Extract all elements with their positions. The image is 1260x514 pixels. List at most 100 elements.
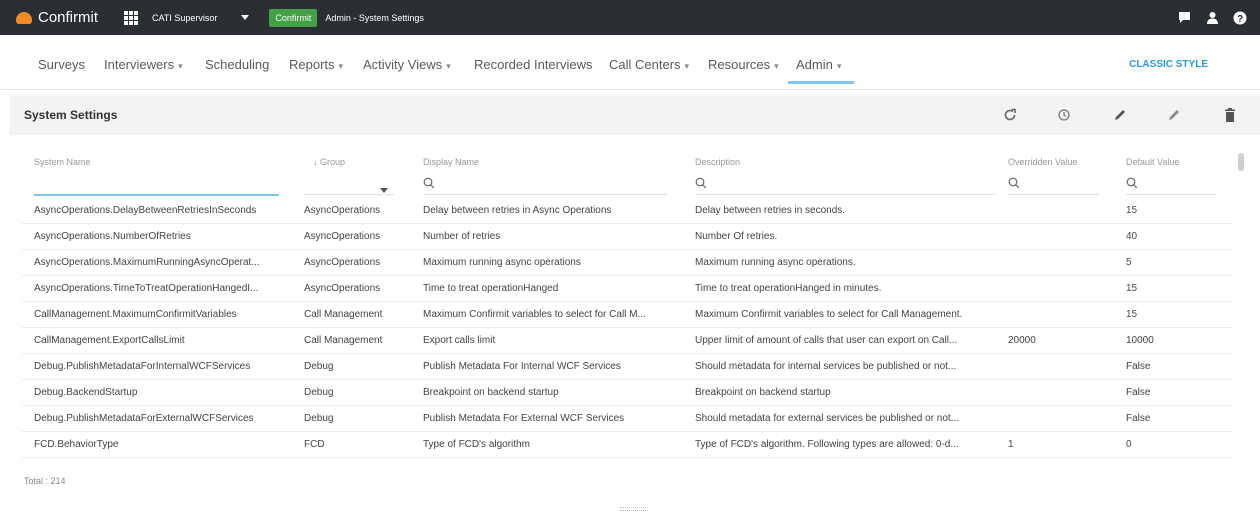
cell-default: 10000 (1126, 335, 1154, 346)
cell-default: 15 (1126, 205, 1138, 216)
cell-group: Debug (304, 413, 334, 424)
overridden-search-icon[interactable] (1008, 176, 1020, 194)
page-header: System Settings (10, 95, 1260, 135)
table-row[interactable]: CallManagement.MaximumConfirmitVariables… (22, 302, 1232, 328)
chevron-down-icon: ▾ (836, 61, 842, 71)
chevron-down-icon (241, 15, 250, 20)
top-bar: Confirmit CATI Supervisor Confirmit Admi… (0, 0, 1260, 35)
cell-display-name: Publish Metadata For External WCF Servic… (423, 413, 625, 424)
page-title: System Settings (24, 108, 118, 122)
cell-system-name: Debug.BackendStartup (34, 387, 138, 398)
table-row[interactable]: Debug.PublishMetadataForInternalWCFServi… (22, 354, 1232, 380)
cell-group: Call Management (304, 335, 383, 346)
cell-system-name: AsyncOperations.MaximumRunningAsyncOpera… (34, 257, 260, 268)
cell-group: AsyncOperations (304, 231, 381, 242)
cell-display-name: Time to treat operationHanged (423, 283, 559, 294)
user-icon[interactable] (1198, 0, 1226, 35)
cell-default: 0 (1126, 439, 1132, 450)
cell-display-name: Publish Metadata For Internal WCF Servic… (423, 361, 621, 372)
column-header-overridden-value[interactable]: Overridden Value (1008, 157, 1077, 167)
classic-style-link[interactable]: CLASSIC STYLE (1129, 59, 1208, 70)
cell-description: Number Of retries. (695, 231, 778, 242)
cell-system-name: AsyncOperations.DelayBetweenRetriesInSec… (34, 205, 257, 216)
description-filter-input[interactable] (695, 194, 995, 195)
nav-item-interviewers[interactable]: Interviewers ▾ (104, 57, 183, 72)
cell-display-name: Maximum running async operations (423, 257, 581, 268)
refresh-icon[interactable] (998, 103, 1022, 127)
nav-item-surveys[interactable]: Surveys (38, 57, 89, 72)
cell-group: AsyncOperations (304, 283, 381, 294)
group-filter-dropdown[interactable] (380, 180, 388, 198)
table-row[interactable]: AsyncOperations.TimeToTreatOperationHang… (22, 276, 1232, 302)
cell-overridden: 20000 (1008, 335, 1036, 346)
column-header-system-name[interactable]: System Name (34, 157, 91, 167)
nav-item-recorded-interviews[interactable]: Recorded Interviews (474, 57, 597, 72)
app-grid-icon[interactable] (124, 10, 139, 25)
logo-text: Confirmit (38, 9, 99, 26)
cell-description: Maximum Confirmit variables to select fo… (695, 309, 963, 320)
column-header-group[interactable]: ↓ Group (313, 157, 345, 167)
app-logo[interactable]: Confirmit (16, 9, 98, 26)
default-search-icon[interactable] (1126, 176, 1138, 194)
active-tab-indicator (788, 81, 854, 84)
cell-description: Should metadata for internal services be… (695, 361, 957, 372)
cell-system-name: Debug.PublishMetadataForInternalWCFServi… (34, 361, 251, 372)
default-filter-input[interactable] (1126, 194, 1216, 195)
cell-group: FCD (304, 439, 325, 450)
nav-item-call-centers[interactable]: Call Centers ▾ (609, 57, 689, 72)
vertical-scrollbar[interactable] (1238, 153, 1244, 171)
table-row[interactable]: AsyncOperations.DelayBetweenRetriesInSec… (22, 198, 1232, 224)
cell-default: 5 (1126, 257, 1132, 268)
app-badge[interactable]: Confirmit (269, 8, 318, 27)
cell-description: Maximum running async operations. (695, 257, 856, 268)
cell-description: Type of FCD's algorithm. Following types… (695, 439, 959, 450)
table-row[interactable]: FCD.BehaviorType FCD Type of FCD's algorit… (22, 432, 1232, 458)
chevron-down-icon: ▾ (338, 61, 344, 71)
table-row[interactable]: Debug.PublishMetadataForExternalWCFServi… (22, 406, 1232, 432)
column-header-display-name[interactable]: Display Name (423, 157, 479, 167)
table-row[interactable]: Debug.BackendStartup Debug Breakpoint on b… (22, 380, 1232, 406)
chevron-down-icon: ▾ (774, 61, 779, 71)
cell-group: Debug (304, 387, 334, 398)
cell-display-name: Export calls limit (423, 335, 496, 346)
cell-system-name: FCD.BehaviorType (34, 439, 119, 450)
nav-item-reports[interactable]: Reports ▾ (289, 57, 343, 72)
column-header-default-value[interactable]: Default Value (1126, 157, 1179, 167)
cell-system-name: AsyncOperations.TimeToTreatOperationHang… (34, 283, 259, 294)
overridden-filter-input[interactable] (1008, 194, 1100, 195)
confirmit-logo-icon (16, 11, 32, 24)
cell-display-name: Type of FCD's algorithm (423, 439, 530, 450)
cell-group: AsyncOperations (304, 205, 381, 216)
nav-item-scheduling[interactable]: Scheduling (205, 57, 273, 72)
cell-default: 15 (1126, 283, 1138, 294)
nav-item-admin[interactable]: Admin ▾ (796, 57, 841, 72)
role-selector[interactable]: CATI Supervisor (152, 13, 250, 23)
cell-default: 15 (1126, 309, 1138, 320)
nav-item-activity-views[interactable]: Activity Views ▾ (363, 57, 451, 72)
cell-description: Upper limit of amount of calls that user… (695, 335, 958, 346)
system-name-filter-input[interactable] (34, 194, 279, 196)
cell-group: AsyncOperations (304, 257, 381, 268)
cell-description: Time to treat operationHanged in minutes… (695, 283, 882, 294)
chat-icon[interactable] (1170, 0, 1198, 35)
display-name-search-icon[interactable] (423, 176, 435, 194)
cell-group: Call Management (304, 309, 383, 320)
chevron-down-icon: ▾ (684, 61, 690, 71)
resize-grip[interactable] (620, 507, 648, 511)
cell-system-name: CallManagement.ExportCallsLimit (34, 335, 185, 346)
display-name-filter-input[interactable] (423, 194, 668, 195)
nav-item-resources[interactable]: Resources ▾ (708, 57, 779, 72)
chevron-down-icon: ▾ (446, 61, 451, 71)
delete-icon[interactable] (1218, 103, 1242, 127)
table-row[interactable]: AsyncOperations.NumberOfRetries AsyncOper… (22, 224, 1232, 250)
description-search-icon[interactable] (695, 176, 707, 194)
table-row[interactable]: AsyncOperations.MaximumRunningAsyncOpera… (22, 250, 1232, 276)
edit-icon[interactable] (1108, 103, 1132, 127)
edit-alt-icon[interactable] (1162, 103, 1186, 127)
table-row[interactable]: CallManagement.ExportCallsLimit Call Mana… (22, 328, 1232, 354)
help-icon[interactable]: ? (1226, 0, 1254, 35)
column-header-description[interactable]: Description (695, 157, 740, 167)
cell-description: Should metadata for external services be… (695, 413, 960, 424)
history-icon[interactable] (1052, 103, 1076, 127)
cell-system-name: AsyncOperations.NumberOfRetries (34, 231, 191, 242)
